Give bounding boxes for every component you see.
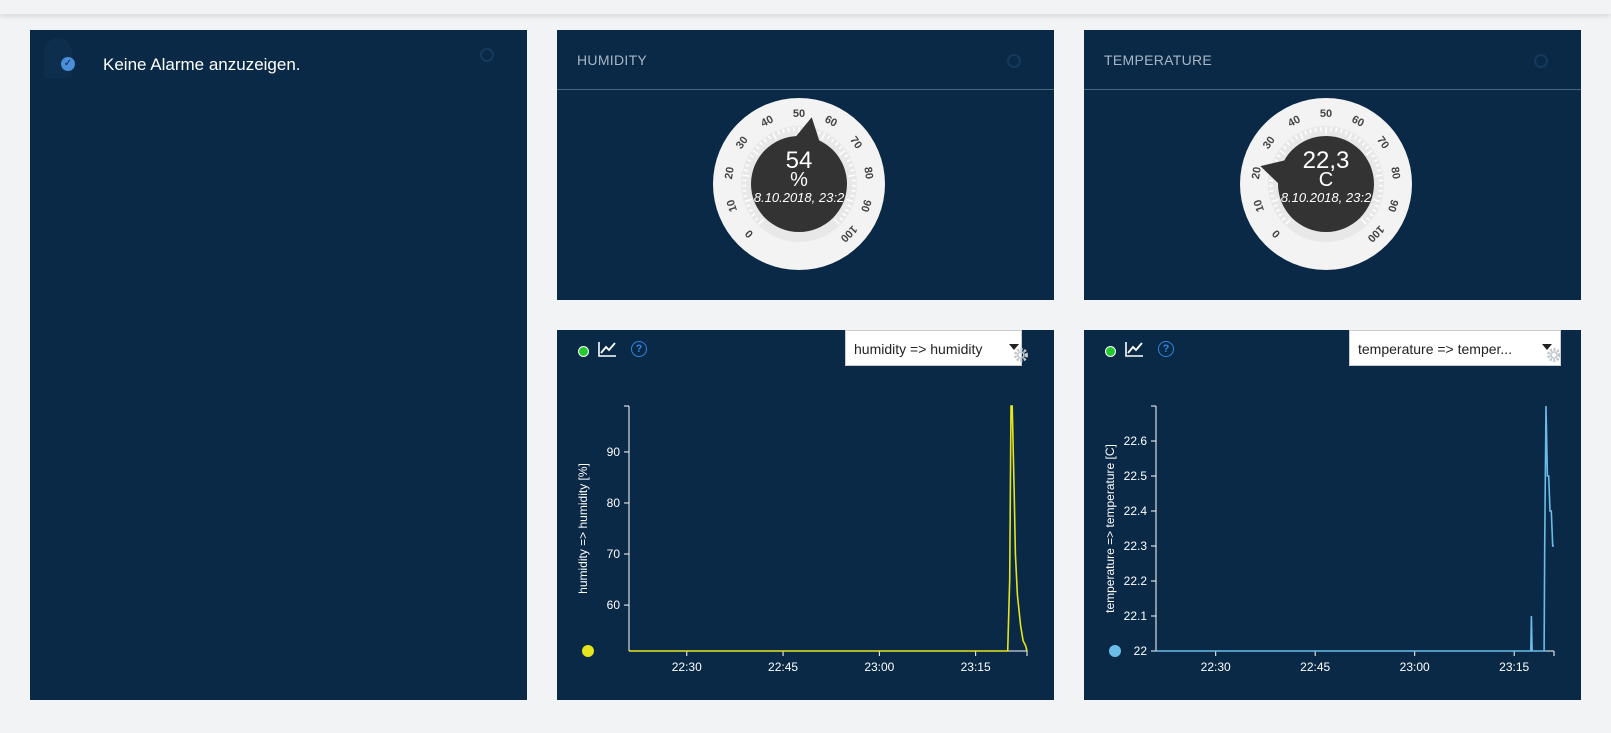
series-select-value: temperature => temper... xyxy=(1358,341,1513,357)
gear-icon[interactable] xyxy=(1012,346,1030,364)
help-icon[interactable]: ? xyxy=(631,341,647,357)
gauge-tick xyxy=(1377,169,1382,172)
gauge-tick xyxy=(787,127,790,133)
top-bar xyxy=(0,0,1611,14)
y-tick-label: 22.2 xyxy=(1124,574,1148,588)
gauge-tick xyxy=(851,189,856,192)
gauge-tick xyxy=(1378,189,1383,192)
check-icon: ✓ xyxy=(61,57,75,71)
humidity-gauge-widget: HUMIDITY 0 10 20 30 40 50 60 70 80 90 100 54% 8.10.2… xyxy=(557,30,1054,300)
temperature-gauge: 010203040 50 6070809010022,3C8.10.2018, 23… xyxy=(1240,98,1412,270)
humidity-gauge: 010203040 50 6070809010054%8.10.2018, 23:2 xyxy=(713,98,885,270)
series-line xyxy=(629,405,1028,652)
y-tick-label: 60 xyxy=(607,598,621,612)
gauge-tick xyxy=(743,169,748,172)
y-tick-label: 80 xyxy=(607,496,621,510)
gauge-tick xyxy=(1377,194,1382,198)
y-tick-label: 70 xyxy=(607,547,621,561)
y-tick-label: 22.3 xyxy=(1124,539,1148,553)
settings-icon[interactable] xyxy=(1007,54,1021,68)
widget-title: HUMIDITY xyxy=(577,52,648,68)
temperature-chart-widget: 22 22.1 22.2 22.3 22.4 22.5 22.6 22:30 22:45 23:0… xyxy=(1084,330,1581,700)
legend-swatch xyxy=(582,645,594,657)
widget-title: TEMPERATURE xyxy=(1104,52,1213,68)
y-tick-label: 22.1 xyxy=(1124,609,1148,623)
settings-icon[interactable] xyxy=(1534,54,1548,68)
series-line xyxy=(1156,405,1554,652)
gauge-tick-label: 50 xyxy=(1320,108,1332,120)
y-tick-label: 22.5 xyxy=(1124,469,1148,483)
series-select-value: humidity => humidity xyxy=(854,341,983,357)
gauge-tick xyxy=(1269,189,1274,192)
alarm-widget: ✓ Keine Alarme anzuzeigen. xyxy=(30,30,527,700)
status-dot xyxy=(578,346,589,357)
y-tick-label: 22.4 xyxy=(1124,504,1148,518)
temperature-gauge-widget: TEMPERATURE 0 10 20 30 40 50 60 70 80 90 100 22,3 C 8… xyxy=(1084,30,1581,300)
y-tick-label: 90 xyxy=(607,445,621,459)
x-tick-label: 22:45 xyxy=(768,660,798,674)
line-chart-icon[interactable] xyxy=(597,340,617,358)
gauge-tick xyxy=(1270,194,1275,198)
gauge-tick xyxy=(850,194,855,198)
humidity-chart: 60 70 80 90 22:30 22:45 23:00 23:15 humidity => … xyxy=(576,405,1028,674)
gauge-timestamp: 8.10.2018, 23:2 xyxy=(754,190,845,205)
y-tick-label: 22 xyxy=(1134,644,1148,658)
humidity-chart-widget: 60 70 80 90 22:30 22:45 23:00 23:15 humidity => … xyxy=(557,330,1054,700)
legend-swatch xyxy=(1109,645,1121,657)
x-tick-label: 23:00 xyxy=(1400,660,1430,674)
y-axis-label: temperature => temperature [C] xyxy=(1103,444,1117,613)
settings-icon[interactable] xyxy=(480,48,494,62)
y-axis-label: humidity => humidity [%] xyxy=(576,463,590,594)
gauge-timestamp: 8.10.2018, 23:2 xyxy=(1281,190,1372,205)
gauge-unit: C xyxy=(1319,169,1333,191)
gauge-tick xyxy=(743,194,748,198)
line-chart-icon[interactable] xyxy=(1124,340,1144,358)
help-icon[interactable]: ? xyxy=(1158,341,1174,357)
alarm-empty-message: Keine Alarme anzuzeigen. xyxy=(103,55,301,74)
gauge-tick-label: 20 xyxy=(1250,166,1264,180)
status-dot xyxy=(1105,346,1116,357)
gauge-tick xyxy=(1314,127,1317,133)
x-tick-label: 23:15 xyxy=(1499,660,1529,674)
gauge-tick-label: 20 xyxy=(723,166,737,180)
series-select[interactable]: humidity => humidity xyxy=(845,330,1022,366)
gauge-tick-label: 50 xyxy=(793,108,805,120)
temperature-chart: 22 22.1 22.2 22.3 22.4 22.5 22.6 22:30 22:45 23:0… xyxy=(1103,405,1555,674)
x-tick-label: 23:00 xyxy=(864,660,894,674)
x-tick-label: 22:30 xyxy=(672,660,702,674)
gauge-unit: % xyxy=(790,169,808,191)
gauge-tick-label: 80 xyxy=(861,166,875,180)
gauge-tick xyxy=(1335,127,1338,133)
series-select[interactable]: temperature => temper... xyxy=(1349,330,1561,366)
gauge-tick xyxy=(742,189,747,192)
gauge-tick-label: 80 xyxy=(1388,166,1402,180)
x-tick-label: 22:30 xyxy=(1201,660,1231,674)
y-tick-label: 22.6 xyxy=(1124,434,1148,448)
x-tick-label: 22:45 xyxy=(1300,660,1330,674)
gauge-tick xyxy=(850,169,855,172)
gear-icon[interactable] xyxy=(1545,346,1563,364)
x-tick-label: 23:15 xyxy=(961,660,991,674)
